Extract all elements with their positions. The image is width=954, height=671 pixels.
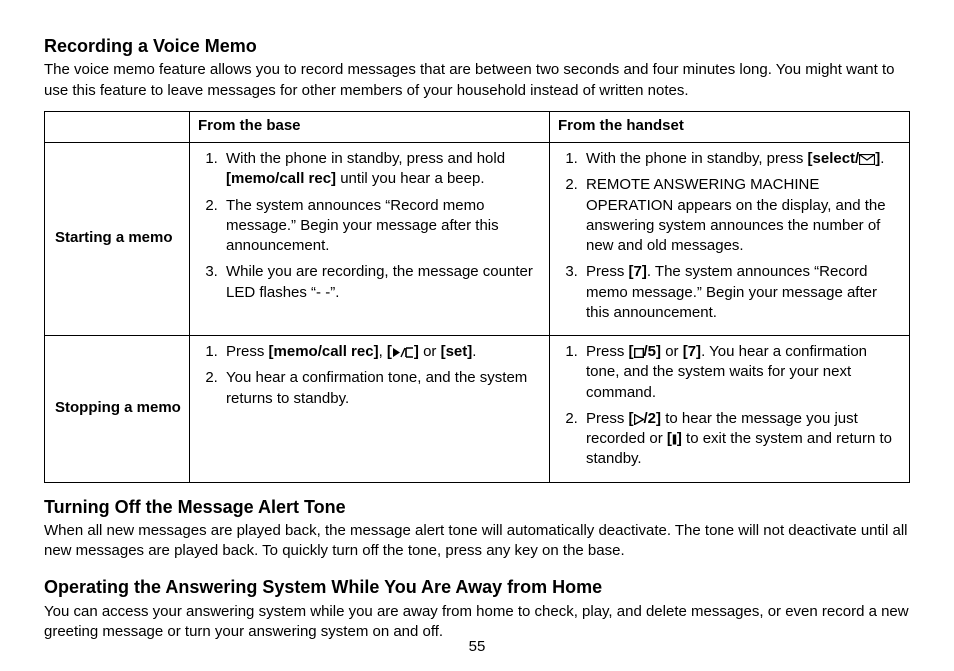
table-row-starting: Starting a memo With the phone in standb… — [45, 143, 910, 336]
key-label: [memo/call rec] — [226, 170, 336, 187]
text: or — [661, 343, 683, 360]
section3-title: Operating the Answering System While You… — [44, 575, 910, 599]
play-slash-end-icon — [392, 347, 414, 358]
section2-title: Turning Off the Message Alert Tone — [44, 495, 910, 519]
text: . — [880, 150, 884, 167]
key-label: /2] — [644, 410, 662, 427]
list-item: With the phone in standby, press and hol… — [222, 149, 543, 190]
text: Press — [226, 343, 269, 360]
text: With the phone in standby, press and hol… — [226, 150, 505, 167]
row-label-starting: Starting a memo — [45, 143, 190, 336]
table-blank-header — [45, 111, 190, 142]
envelope-icon — [859, 154, 875, 165]
cell-starting-base: With the phone in standby, press and hol… — [190, 143, 550, 336]
section1-body: The voice memo feature allows you to rec… — [44, 60, 910, 101]
section1-title: Recording a Voice Memo — [44, 34, 910, 58]
text: , — [379, 343, 387, 360]
text: or — [419, 343, 441, 360]
key-label: [memo/call rec] — [269, 343, 379, 360]
list-item: Press [memo/call rec], [] or [set]. — [222, 342, 543, 362]
section2-body: When all new messages are played back, t… — [44, 521, 910, 562]
page: Recording a Voice Memo The voice memo fe… — [0, 0, 954, 671]
text: Press — [586, 263, 629, 280]
row-label-stopping: Stopping a memo — [45, 336, 190, 483]
text: Press — [586, 410, 629, 427]
key-label: [select/ — [808, 150, 860, 167]
stop-icon — [634, 348, 644, 358]
key-label: [7] — [629, 263, 647, 280]
list-item: While you are recording, the message cou… — [222, 262, 543, 303]
list-item: With the phone in standby, press [select… — [582, 149, 903, 169]
col-header-base: From the base — [190, 111, 550, 142]
play-icon — [634, 414, 644, 425]
page-number: 55 — [0, 637, 954, 657]
col-header-handset: From the handset — [550, 111, 910, 142]
text: until you hear a beep. — [336, 170, 484, 187]
cell-stopping-handset: Press [/5] or [7]. You hear a confirmati… — [550, 336, 910, 483]
table-header-row: From the base From the handset — [45, 111, 910, 142]
cell-starting-handset: With the phone in standby, press [select… — [550, 143, 910, 336]
table-row-stopping: Stopping a memo Press [memo/call rec], [… — [45, 336, 910, 483]
key-label: /5] — [644, 343, 662, 360]
list-item: Press [7]. The system announces “Record … — [582, 262, 903, 323]
memo-table: From the base From the handset Starting … — [44, 111, 910, 483]
text: Press — [586, 343, 629, 360]
cell-stopping-base: Press [memo/call rec], [] or [set]. You … — [190, 336, 550, 483]
key-label: [set] — [441, 343, 473, 360]
list-item: Press [/5] or [7]. You hear a confirmati… — [582, 342, 903, 403]
text: With the phone in standby, press — [586, 150, 808, 167]
list-item: You hear a confirmation tone, and the sy… — [222, 368, 543, 409]
list-item: REMOTE ANSWERING MACHINE OPERATION appea… — [582, 175, 903, 256]
list-item: The system announces “Record memo messag… — [222, 196, 543, 257]
key-label: [7] — [683, 343, 701, 360]
text: . — [472, 343, 476, 360]
list-item: Press [/2] to hear the message you just … — [582, 409, 903, 470]
